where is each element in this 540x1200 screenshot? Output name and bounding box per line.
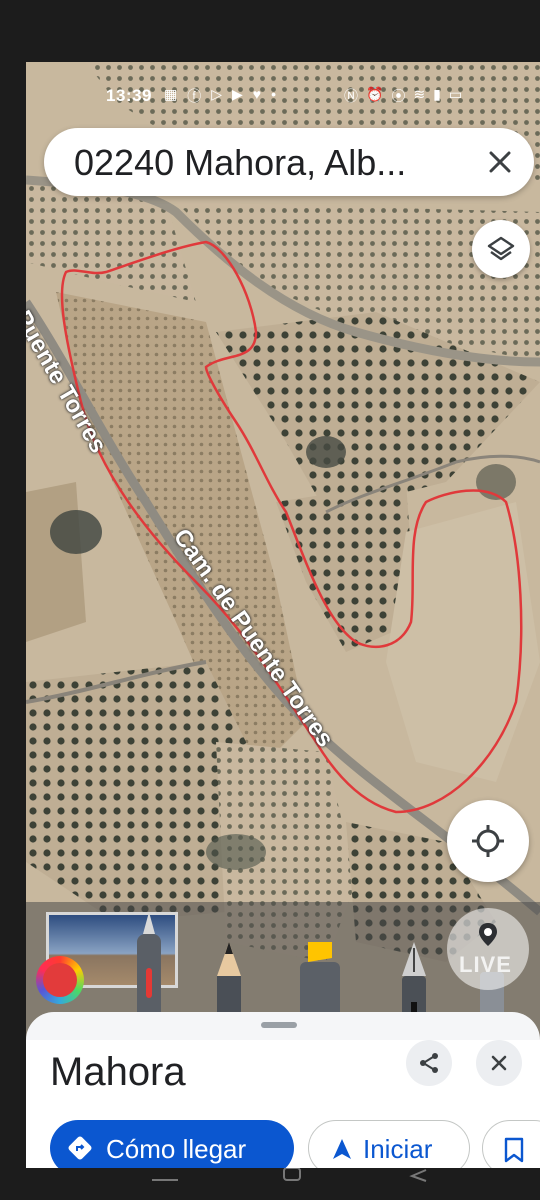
layers-button[interactable]	[472, 220, 530, 278]
my-location-button[interactable]	[447, 800, 529, 882]
live-view-button[interactable]: LIVE	[447, 908, 529, 990]
crosshair-icon	[472, 825, 504, 857]
youtube-icon: ▶	[232, 86, 243, 102]
home-icon[interactable]	[282, 1168, 302, 1182]
map-screen: Cam. de Puente Torres Puente Torres 13:3…	[26, 62, 540, 1168]
back-icon[interactable]	[408, 1168, 428, 1182]
status-bar: 13:39 ▦ ⓕ ▷ ▶ ♥ • Ⓝ ⏰ ⦿ ≋ ▮ ▭	[26, 84, 540, 110]
directions-button[interactable]: Cómo llegar	[50, 1120, 294, 1168]
start-navigation-button[interactable]: Iniciar	[308, 1120, 470, 1168]
location-icon: ⦿	[391, 88, 406, 104]
search-bar[interactable]: 02240 Mahora, Alb...	[44, 128, 534, 196]
alarm-icon: ⏰	[366, 86, 384, 102]
search-query[interactable]: 02240 Mahora, Alb...	[74, 142, 406, 184]
play-icon: ▷	[211, 86, 223, 102]
live-view-label: LIVE	[459, 952, 512, 977]
sheet-drag-handle[interactable]	[261, 1022, 297, 1028]
battery-icon: ▭	[448, 86, 463, 102]
close-icon	[491, 1055, 507, 1071]
dot-icon: •	[271, 86, 277, 102]
nfc-icon: Ⓝ	[344, 88, 358, 104]
action-chips: Cómo llegar Iniciar	[26, 1120, 540, 1168]
live-view-icon	[479, 923, 497, 946]
save-button[interactable]	[482, 1120, 540, 1168]
navigation-arrow-icon	[333, 1139, 351, 1159]
signal-icon: ▮	[433, 86, 441, 102]
layers-icon	[487, 236, 515, 261]
temu-icon: ▦	[164, 86, 178, 102]
system-nav-bar	[0, 1168, 540, 1200]
directions-label: Cómo llegar	[106, 1134, 247, 1164]
status-time: 13:39	[106, 86, 152, 105]
status-left-icons: ▦ ⓕ ▷ ▶ ♥ •	[164, 86, 276, 106]
start-label: Iniciar	[363, 1134, 433, 1164]
health-icon: ♥	[252, 86, 262, 102]
recent-apps-icon[interactable]	[150, 1174, 180, 1186]
facebook-icon: ⓕ	[187, 88, 202, 104]
status-right-icons: Ⓝ ⏰ ⦿ ≋ ▮ ▭	[344, 86, 462, 106]
place-panel: Mahora Cómo llegar Iniciar	[26, 1040, 540, 1168]
wifi-icon: ≋	[413, 86, 426, 102]
share-button[interactable]	[406, 1040, 452, 1086]
color-picker[interactable]	[36, 956, 84, 1004]
share-icon	[420, 1053, 438, 1073]
close-icon[interactable]	[484, 146, 516, 178]
directions-icon	[68, 1136, 92, 1160]
bookmark-icon	[504, 1137, 524, 1163]
close-place-button[interactable]	[476, 1040, 522, 1086]
place-title: Mahora	[50, 1050, 186, 1094]
